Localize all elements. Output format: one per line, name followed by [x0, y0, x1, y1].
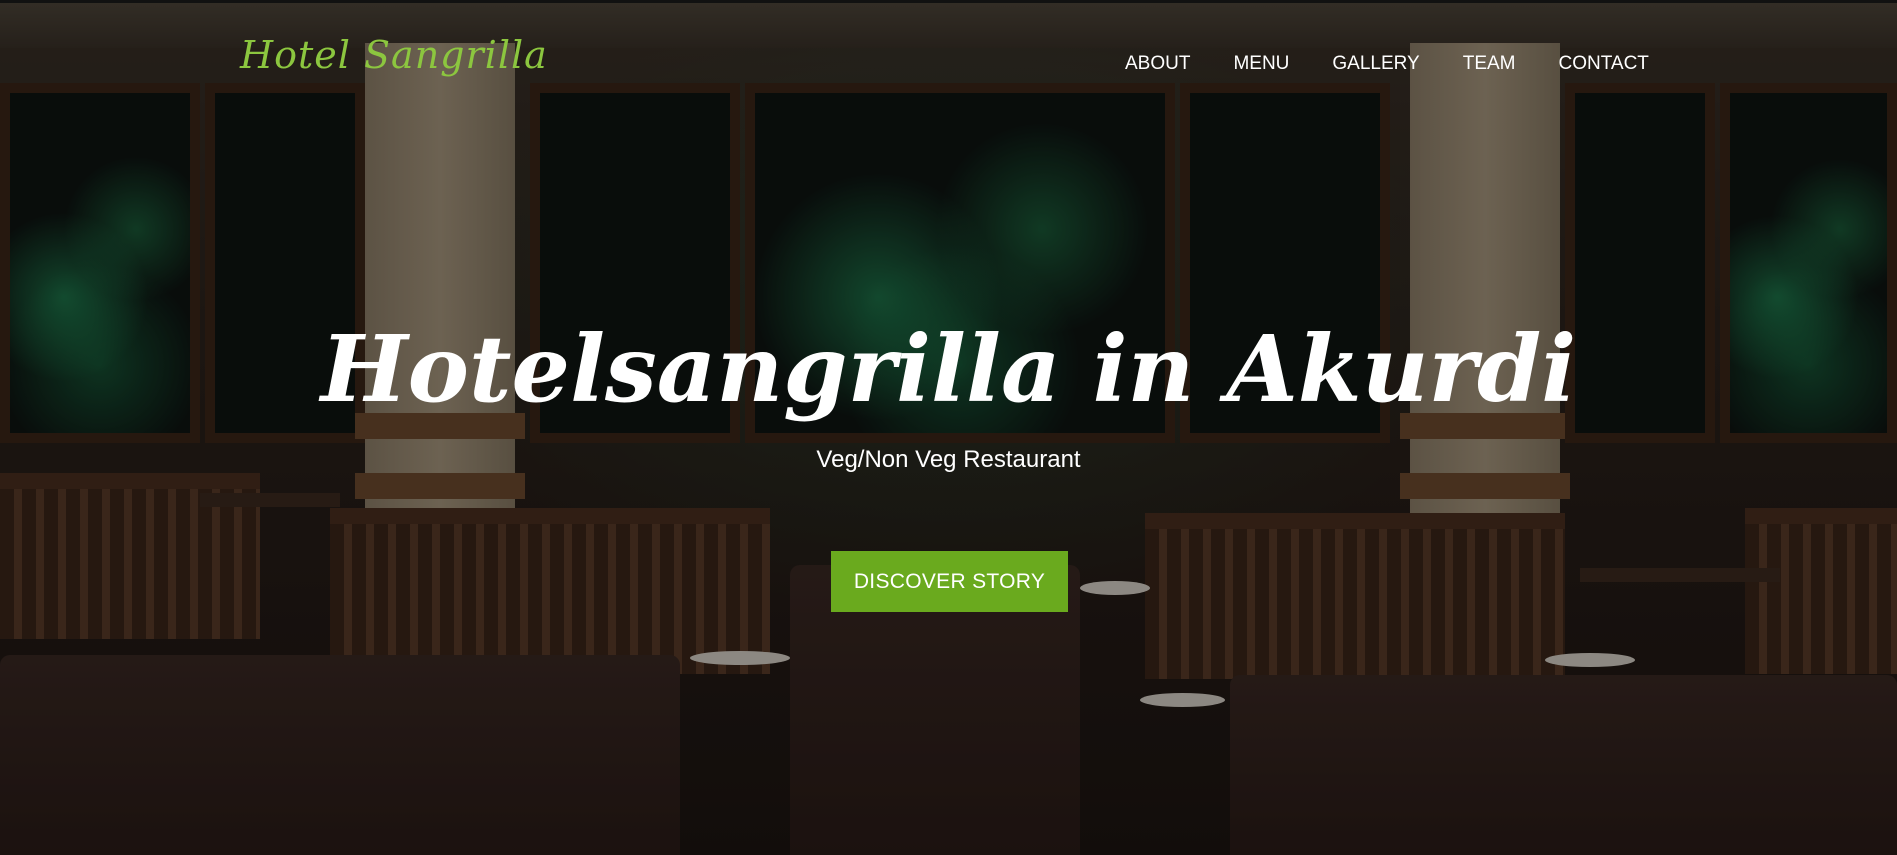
- discover-story-button[interactable]: DISCOVER STORY: [831, 551, 1068, 612]
- nav-about[interactable]: ABOUT: [1125, 53, 1190, 75]
- nav-team[interactable]: TEAM: [1463, 53, 1516, 75]
- hero-subtitle: Veg/Non Veg Restaurant: [816, 446, 1081, 473]
- hero-section: Hotel Sangrilla ABOUT MENU GALLERY TEAM …: [0, 0, 1897, 855]
- nav-menu[interactable]: MENU: [1233, 53, 1289, 75]
- background-image: [0, 3, 1897, 855]
- site-logo[interactable]: Hotel Sangrilla: [240, 33, 548, 77]
- nav-contact[interactable]: CONTACT: [1559, 53, 1649, 75]
- nav-gallery[interactable]: GALLERY: [1332, 53, 1419, 75]
- hero-title: Hotelsangrilla in Akurdi: [320, 315, 1577, 423]
- main-nav: ABOUT MENU GALLERY TEAM CONTACT: [1125, 53, 1649, 75]
